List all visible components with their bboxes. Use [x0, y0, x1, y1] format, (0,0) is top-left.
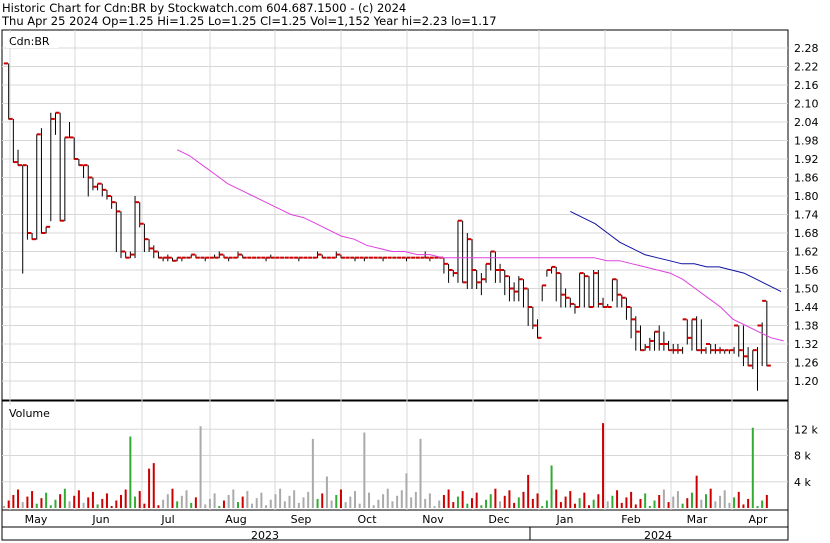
y-tick-label: 1.38 [794, 320, 819, 333]
price-bar [401, 256, 406, 259]
price-bar [345, 256, 350, 259]
month-label: Jun [91, 513, 109, 526]
y-tick-label: 1.62 [794, 246, 819, 259]
y-tick-label: 2.22 [794, 61, 819, 74]
month-label: Jan [556, 513, 574, 526]
price-bar [312, 256, 317, 259]
month-label: Oct [357, 513, 377, 526]
y-tick-label: 2.04 [794, 116, 819, 129]
y-tick-label: 1.68 [794, 227, 819, 240]
price-bar [256, 256, 261, 259]
y-tick-label: 1.92 [794, 153, 819, 166]
y-tick-label: 1.86 [794, 172, 819, 185]
year-label-2024: 2024 [644, 529, 672, 542]
month-label: Aug [225, 513, 246, 526]
month-label: Apr [748, 513, 768, 526]
price-bar [387, 256, 392, 259]
price-bar [274, 256, 280, 259]
price-bar [396, 256, 402, 259]
price-bar [349, 256, 355, 259]
price-bar [420, 256, 425, 259]
price-bar [377, 256, 383, 259]
price-bar [288, 256, 294, 259]
month-label: May [25, 513, 48, 526]
price-bar [410, 256, 416, 259]
price-bar [368, 256, 374, 259]
symbol-label: Cdn:BR [9, 35, 50, 48]
price-bar [200, 256, 205, 259]
y-tick-label: 1.20 [794, 375, 819, 388]
price-bar [209, 256, 214, 259]
price-bar [359, 256, 364, 259]
price-bar [186, 256, 191, 259]
month-label: Feb [621, 513, 640, 526]
price-bar [251, 256, 257, 259]
price-bar [326, 256, 331, 259]
y-tick-label: 2.16 [794, 79, 819, 92]
y-tick-label: 1.32 [794, 338, 819, 351]
year-label-2023: 2023 [251, 529, 279, 542]
price-bar [415, 256, 420, 259]
y-tick-label: 1.26 [794, 357, 819, 370]
volume-tick-label: 12 k [794, 423, 818, 436]
y-tick-label: 1.98 [794, 135, 819, 148]
price-bar [293, 256, 299, 259]
price-bar [331, 256, 336, 259]
price-bar [307, 256, 313, 259]
price-bar [373, 256, 378, 259]
price-bar [303, 256, 308, 259]
y-tick-label: 1.50 [794, 283, 819, 296]
price-bar [3, 62, 8, 65]
y-tick-label: 2.28 [794, 42, 819, 55]
volume-label: Volume [9, 407, 50, 420]
month-label: Dec [488, 513, 509, 526]
y-tick-label: 1.74 [794, 209, 819, 222]
month-label: Jul [160, 513, 174, 526]
y-tick-label: 1.80 [794, 190, 819, 203]
month-label: Sep [291, 513, 312, 526]
volume-tick-label: 8 k [794, 450, 811, 463]
price-bar [284, 256, 289, 259]
price-bar [260, 256, 266, 259]
price-bar [391, 256, 397, 259]
month-label: Mar [687, 513, 708, 526]
volume-tick-label: 4 k [794, 476, 811, 489]
y-tick-label: 1.44 [794, 301, 819, 314]
month-label: Nov [422, 513, 444, 526]
stock-chart: 2.28 2.22 2.16 2.10 2.04 1.98 1.92 1.86 1.80 1.74… [1, 29, 819, 542]
price-bar [246, 256, 252, 259]
y-tick-label: 1.56 [794, 264, 819, 277]
price-bar [279, 256, 285, 259]
price-bar [434, 256, 439, 259]
price-bar [232, 256, 238, 259]
y-tick-label: 2.10 [794, 98, 819, 111]
